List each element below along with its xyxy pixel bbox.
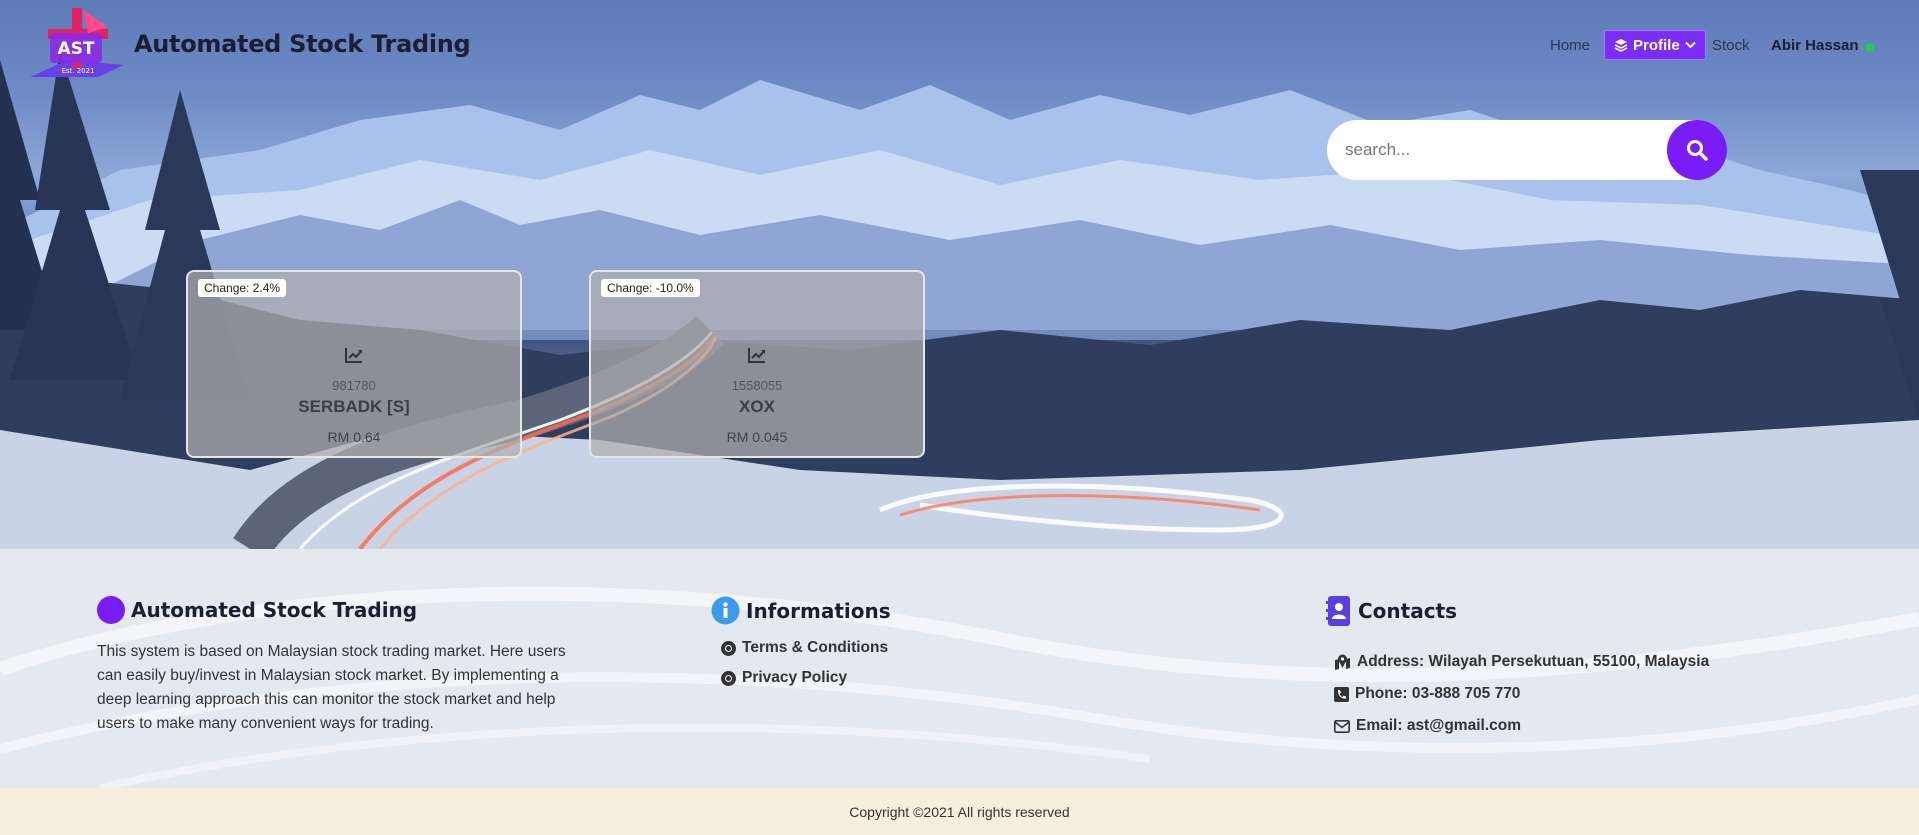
nav-profile-dropdown[interactable]: Profile	[1604, 30, 1706, 60]
privacy-link[interactable]: Privacy Policy	[721, 669, 847, 687]
contact-email[interactable]: Email: ast@gmail.com	[1334, 717, 1521, 735]
copyright-text: Copyright ©2021 All rights reserved	[849, 803, 1070, 820]
stock-price: RM 0.045	[726, 429, 788, 445]
nav-stock-link[interactable]: Stock	[1712, 30, 1750, 60]
stock-symbol: XOX	[739, 397, 775, 416]
nav-profile-label: Profile	[1633, 36, 1680, 54]
info-circle-icon	[711, 596, 740, 625]
nav-user-menu[interactable]: Abir Hassan	[1771, 30, 1874, 60]
ast-logo-icon: AST Est. 2021	[30, 8, 124, 77]
contact-address: Address: Wilayah Persekutuan, 55100, Mal…	[1334, 653, 1709, 671]
terms-label: Terms & Conditions	[742, 639, 889, 656]
contact-phone-text: Phone: 03-888 705 770	[1355, 685, 1521, 702]
svg-text:AST: AST	[58, 39, 95, 59]
online-status-dot	[1864, 43, 1874, 52]
stock-price: RM 0.64	[327, 429, 381, 445]
phone-square-icon	[1334, 686, 1349, 702]
dot-circle-icon	[721, 640, 736, 656]
envelope-icon	[1334, 719, 1350, 733]
contact-phone: Phone: 03-888 705 770	[1334, 685, 1520, 703]
footer: Copyright ©2021 All rights reserved	[0, 788, 1919, 835]
search-bar	[1327, 120, 1727, 180]
brand-title[interactable]: Automated Stock Trading	[134, 30, 471, 58]
chart-line-icon	[345, 348, 362, 363]
brand-circle-icon	[97, 596, 125, 624]
stock-symbol: SERBADK [S]	[298, 397, 410, 416]
nav-home-link[interactable]: Home	[1550, 30, 1590, 60]
stock-volume: 1558055	[731, 378, 783, 393]
search-input[interactable]	[1345, 130, 1645, 170]
info-section: Automated Stock Trading This system is b…	[0, 549, 1919, 788]
chevron-down-icon	[1684, 41, 1696, 49]
search-button[interactable]	[1667, 120, 1727, 180]
about-description: This system is based on Malaysian stock …	[97, 643, 566, 732]
chart-line-icon	[748, 348, 765, 363]
map-marked-icon	[1335, 654, 1350, 670]
informations-title: Informations	[746, 598, 891, 623]
contact-email-text: Email: ast@gmail.com	[1356, 717, 1521, 734]
navbar: AST Est. 2021 Automated Stock Trading Ho…	[0, 0, 1919, 90]
stock-card[interactable]: Change: -10.0% 1558055 XOX RM 0.045	[589, 270, 925, 458]
stock-card[interactable]: Change: 2.4% 981780 SERBADK [S] RM 0.64	[186, 270, 522, 458]
dot-circle-icon	[721, 670, 736, 686]
layers-icon	[1614, 39, 1628, 52]
brand-logo[interactable]: AST Est. 2021	[28, 5, 126, 80]
user-name: Abir Hassan	[1771, 36, 1859, 54]
about-title: Automated Stock Trading	[131, 598, 418, 622]
contacts-heading: Contacts	[1326, 596, 1457, 626]
search-icon	[1687, 140, 1708, 161]
change-badge: Change: -10.0%	[601, 279, 700, 297]
svg-text:Est. 2021: Est. 2021	[61, 67, 94, 75]
about-heading: Automated Stock Trading	[97, 596, 417, 624]
change-badge: Change: 2.4%	[198, 279, 287, 297]
contacts-title: Contacts	[1358, 599, 1458, 623]
stock-volume: 981780	[332, 378, 376, 393]
privacy-label: Privacy Policy	[742, 669, 848, 686]
informations-heading: Informations	[711, 596, 891, 625]
address-book-icon	[1326, 596, 1350, 626]
terms-link[interactable]: Terms & Conditions	[721, 639, 888, 657]
contact-address-text: Address: Wilayah Persekutuan, 55100, Mal…	[1357, 653, 1710, 670]
